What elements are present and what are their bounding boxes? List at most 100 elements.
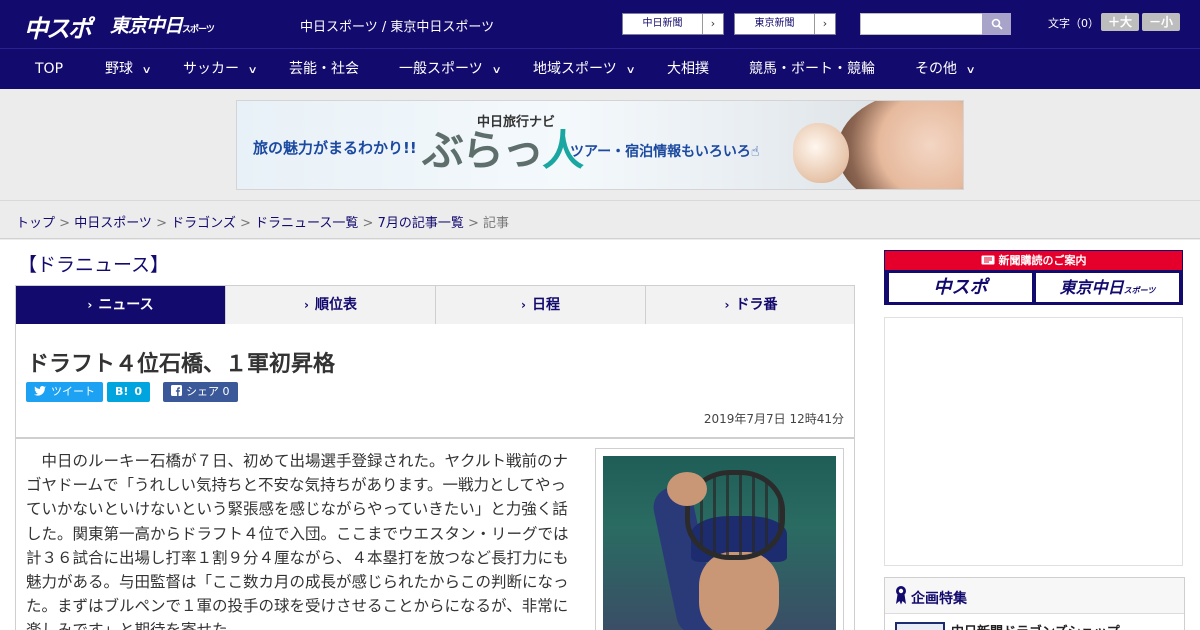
chevron-down-icon: ∨ — [247, 65, 258, 76]
article-date: 2019年7月7日 12時41分 — [703, 412, 844, 426]
chevron-down-icon: ∨ — [491, 65, 502, 76]
tokyo-chunichi-logo-text: 東京中日 — [110, 15, 183, 37]
search-input[interactable] — [860, 13, 983, 35]
breadcrumb-separator: > — [55, 216, 75, 231]
nav-item-baseball[interactable]: 野球 ∨ — [105, 49, 152, 90]
search-button[interactable] — [982, 13, 1011, 35]
nav-item-label: 競馬・ボート・競輪 — [749, 61, 875, 77]
subscribe-tokyo-chunichi-suffix: スポーツ — [1123, 286, 1156, 295]
tab-label: ニュース — [98, 297, 154, 313]
article-photo[interactable] — [603, 456, 836, 630]
feature-title: 企画特集 — [911, 591, 967, 607]
subscribe-chuspo-logo[interactable]: 中スポ — [889, 273, 1032, 302]
tweet-label: ツイート — [51, 385, 95, 398]
search-icon — [991, 18, 1003, 30]
nav-item-racing[interactable]: 競馬・ボート・競輪 — [749, 49, 875, 90]
hatena-count: 0 — [134, 385, 143, 398]
tab-label: ドラ番 — [735, 297, 778, 313]
nav-item-label: 大相撲 — [667, 61, 709, 77]
chevron-right-icon: › — [304, 298, 309, 312]
chevron-right-icon: › — [521, 298, 526, 312]
nav-item-top[interactable]: TOP — [35, 49, 63, 90]
dragons-shop-thumbnail[interactable] — [895, 622, 945, 630]
travel-banner-ad[interactable]: 旅の魅力がまるわかり!! ぶらっ人 中日旅行ナビ ツアー・宿泊情報もいろいろ☝ — [236, 100, 964, 190]
font-size-label: 文字（0） — [1048, 17, 1099, 30]
tokyo-shimbun-link-label: 東京新聞 — [735, 14, 815, 34]
tab-standings[interactable]: › 順位表 — [226, 286, 436, 324]
tokyo-chunichi-logo-suffix: スポーツ — [182, 25, 215, 35]
banner-brand-a: ぶらっ — [422, 126, 544, 175]
nav-item-label: 地域スポーツ — [533, 61, 617, 77]
nav-item-label: 芸能・社会 — [289, 61, 359, 77]
breadcrumb-link-top[interactable]: トップ — [16, 216, 55, 231]
banner-subtext: ツアー・宿泊情報もいろいろ☝ — [570, 144, 760, 160]
nav-item-label: サッカー — [183, 61, 239, 77]
nav-item-general-sports[interactable]: 一般スポーツ ∨ — [399, 49, 502, 90]
tokyo-shimbun-link[interactable]: 東京新聞 › — [734, 13, 836, 35]
nav-item-sumo[interactable]: 大相撲 — [667, 49, 709, 90]
feature-box: 企画特集 中日新聞ドラゴンズショップ — [884, 577, 1185, 630]
breadcrumb-separator: > — [235, 216, 256, 231]
tokyo-chunichi-logo[interactable]: 東京中日スポーツ — [110, 11, 215, 38]
breadcrumb-separator: > — [358, 216, 378, 231]
facebook-icon — [171, 385, 182, 396]
chevron-down-icon: ∨ — [965, 65, 976, 76]
feature-item-dragons-shop[interactable]: 中日新聞ドラゴンズショップ — [951, 621, 1120, 630]
subscription-header: 新聞購読のご案内 — [885, 251, 1182, 270]
chevron-right-icon: › — [724, 298, 730, 312]
nav-item-other[interactable]: その他 ∨ — [915, 49, 976, 90]
chevron-right-icon: › — [87, 298, 93, 312]
chuspo-logo[interactable]: 中スポ — [24, 9, 92, 44]
main-nav: TOP 野球 ∨ サッカー ∨ 芸能・社会 一般スポーツ ∨ 地域スポーツ ∨ 大相撲 … — [0, 48, 1200, 89]
hatena-bookmark-button[interactable]: B! 0 — [107, 382, 151, 402]
site-title: 中日スポーツ / 東京中日スポーツ — [300, 20, 495, 35]
nav-item-regional-sports[interactable]: 地域スポーツ ∨ — [533, 49, 636, 90]
font-larger-button[interactable]: ＋大 — [1101, 13, 1139, 31]
nav-item-label: 野球 — [105, 61, 133, 77]
tab-reporter[interactable]: › ドラ番 — [646, 286, 856, 324]
breadcrumb-separator: > — [463, 216, 484, 231]
sidebar-ad-slot — [884, 317, 1183, 566]
breadcrumb-link-news-list[interactable]: ドラニュース一覧 — [255, 216, 358, 231]
photo-face-shape — [699, 552, 779, 630]
breadcrumb: トップ > 中日スポーツ > ドラゴンズ > ドラニュース一覧 > 7月の記事一… — [16, 212, 509, 231]
tab-label: 順位表 — [314, 297, 357, 313]
subscription-box[interactable]: 新聞購読のご案内 中スポ 東京中日スポーツ — [884, 250, 1183, 305]
feature-header: 企画特集 — [885, 578, 1184, 614]
tab-news[interactable]: › ニュース — [16, 286, 226, 331]
tab-schedule[interactable]: › 日程 — [436, 286, 646, 324]
article-body: 中日のルーキー石橋が７日、初めて出場選手登録された。ヤクルト戦前のナゴヤドームで… — [26, 452, 569, 630]
banner-navi-label: 中日旅行ナビ — [477, 115, 556, 130]
seashell-image — [793, 123, 849, 183]
font-smaller-button[interactable]: －小 — [1142, 13, 1180, 31]
tweet-button[interactable]: ツイート — [26, 382, 103, 402]
breadcrumb-link-july[interactable]: 7月の記事一覧 — [378, 216, 464, 231]
photo-hand-shape — [667, 472, 707, 506]
breadcrumb-bar: トップ > 中日スポーツ > ドラゴンズ > ドラニュース一覧 > 7月の記事一… — [0, 200, 1200, 239]
nav-item-label: その他 — [915, 61, 957, 77]
subscribe-tokyo-chunichi-text: 東京中日 — [1059, 278, 1124, 297]
hatena-icon: B! — [115, 385, 129, 398]
breadcrumb-link-chunichi-sports[interactable]: 中日スポーツ — [74, 216, 152, 231]
nav-item-label: 一般スポーツ — [399, 61, 483, 77]
facebook-share-count: 0 — [222, 385, 230, 398]
chevron-right-icon: › — [710, 17, 716, 30]
breadcrumb-separator: > — [151, 216, 172, 231]
nav-item-soccer[interactable]: サッカー ∨ — [183, 49, 258, 90]
twitter-bird-icon — [34, 386, 46, 396]
chevron-down-icon: ∨ — [141, 65, 152, 76]
breadcrumb-current: 記事 — [483, 216, 510, 231]
nav-item-entertainment[interactable]: 芸能・社会 — [289, 49, 359, 90]
ribbon-icon — [896, 586, 906, 605]
chunichi-shimbun-link-label: 中日新聞 — [623, 14, 703, 34]
chevron-down-icon: ∨ — [625, 65, 636, 76]
section-title: 【ドラニュース】 — [18, 254, 170, 276]
chunichi-shimbun-link[interactable]: 中日新聞 › — [622, 13, 724, 35]
facebook-share-button[interactable]: シェア 0 — [163, 382, 238, 402]
breadcrumb-link-dragons[interactable]: ドラゴンズ — [171, 216, 236, 231]
subscribe-tokyo-chunichi-logo[interactable]: 東京中日スポーツ — [1036, 273, 1179, 302]
chevron-right-icon: › — [822, 17, 828, 30]
banner-model-photo — [837, 101, 963, 189]
subscription-header-label: 新聞購読のご案内 — [998, 254, 1087, 267]
section-tabs: › ニュース › 順位表 › 日程 › ドラ番 — [15, 285, 856, 331]
